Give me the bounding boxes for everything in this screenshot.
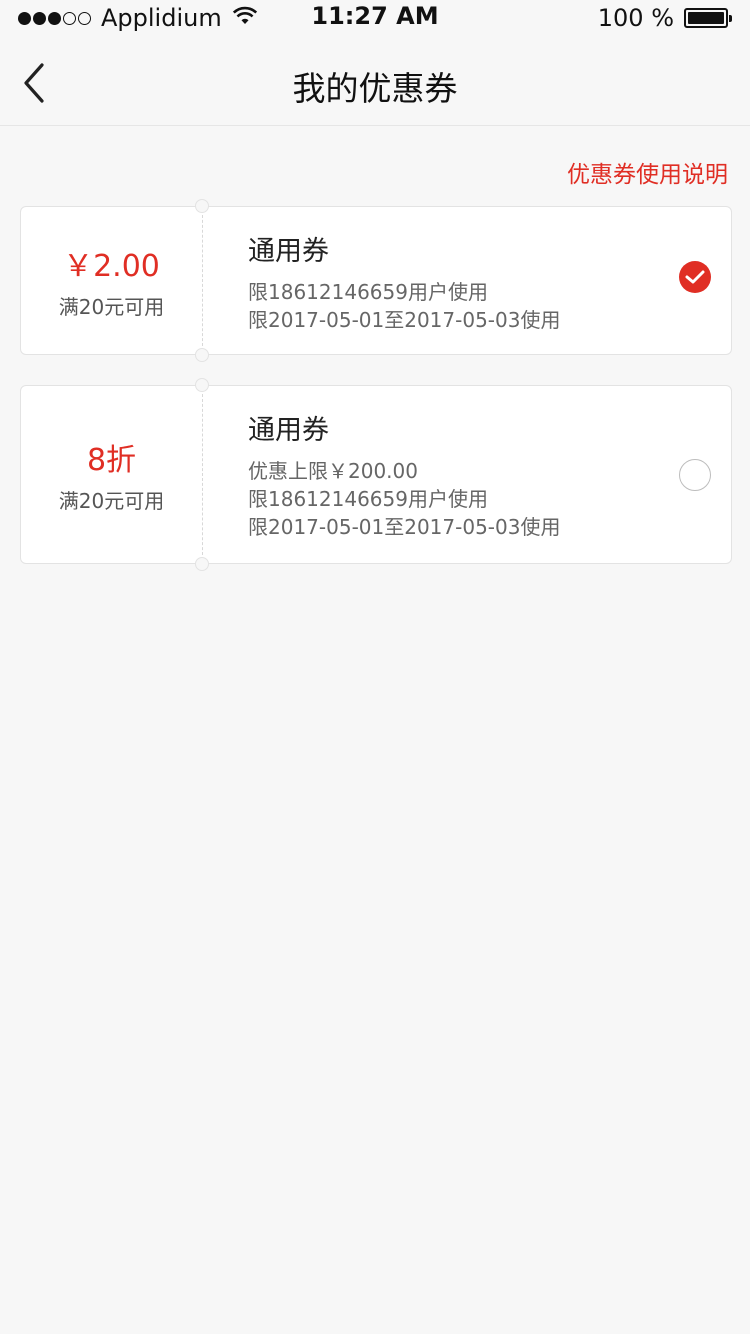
coupon-date-range: 限2017-05-01至2017-05-03使用 (248, 515, 561, 539)
coupon-user-limit: 限18612146659用户使用 (248, 280, 488, 304)
coupon-value: ￥2.00 (63, 249, 160, 284)
coupon-condition: 满20元可用 (58, 489, 165, 513)
dashed-divider (202, 394, 203, 555)
check-icon (685, 270, 705, 284)
coupon-title: 通用券 (248, 236, 329, 267)
coupon-select-radio[interactable] (679, 261, 711, 293)
coupon-details: 通用券 优惠上限￥200.00 限18612146659用户使用 限2017-0… (248, 408, 560, 541)
coupon-date-range: 限2017-05-01至2017-05-03使用 (248, 308, 561, 332)
coupon-value-area: 8折 满20元可用 (21, 386, 202, 563)
coupon-title: 通用券 (248, 415, 329, 446)
coupon-discount-cap: 优惠上限￥200.00 (248, 459, 418, 483)
coupon-value: 8折 (86, 443, 137, 478)
status-right: 100 % (597, 4, 732, 32)
coupon-details: 通用券 限18612146659用户使用 限2017-05-01至2017-05… (248, 229, 560, 334)
status-bar: Applidium 11:27 AM 100 % (0, 0, 750, 40)
battery-icon (684, 8, 732, 28)
coupon-card[interactable]: ￥2.00 满20元可用 通用券 限18612146659用户使用 限2017-… (20, 199, 732, 362)
coupon-condition: 满20元可用 (58, 295, 165, 319)
battery-percent: 100 % (597, 4, 674, 32)
coupon-card[interactable]: 8折 满20元可用 通用券 优惠上限￥200.00 限18612146659用户… (20, 378, 732, 571)
coupon-select-radio[interactable] (679, 459, 711, 491)
nav-bar: 我的优惠券 (0, 40, 750, 126)
coupon-user-limit: 限18612146659用户使用 (248, 487, 488, 511)
page-title: 我的优惠券 (292, 69, 458, 108)
coupon-help-link[interactable]: 优惠券使用说明 (567, 155, 728, 189)
coupon-value-area: ￥2.00 满20元可用 (21, 207, 202, 354)
dashed-divider (202, 215, 203, 346)
